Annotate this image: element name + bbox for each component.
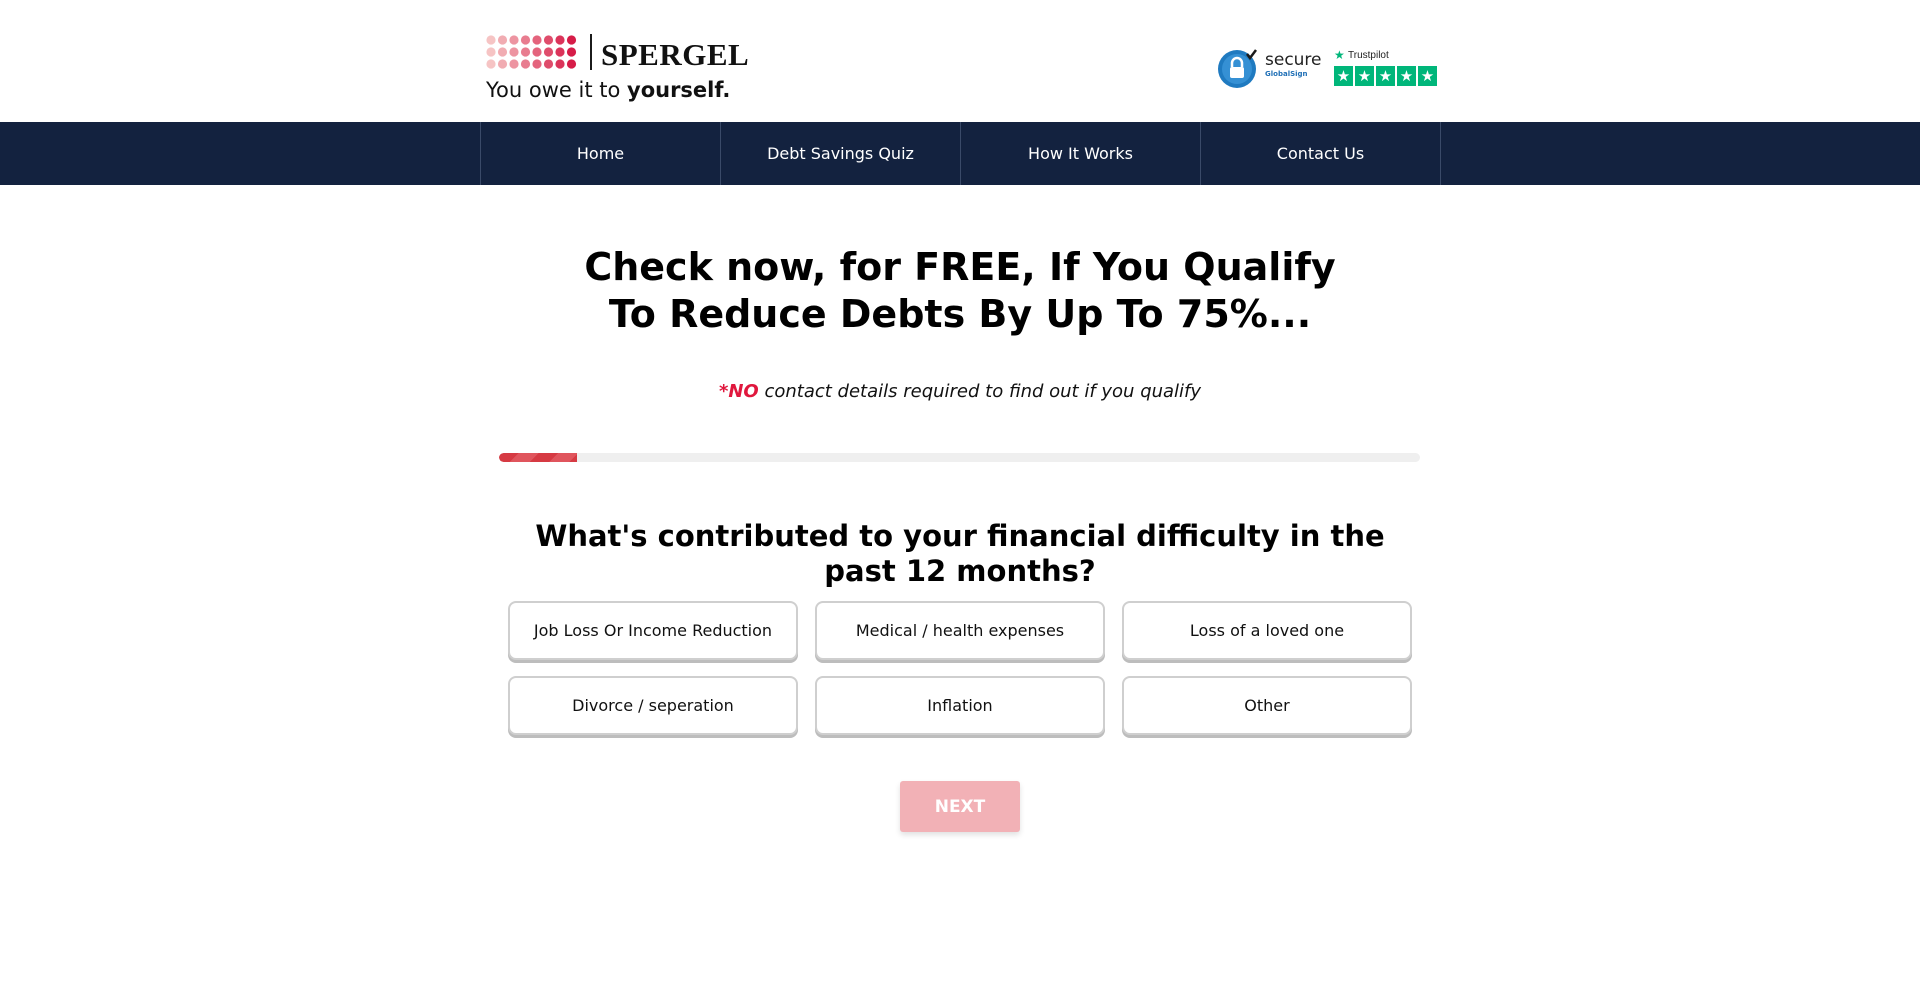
brand-tagline: You owe it to yourself. [486, 76, 730, 104]
progress-fill [499, 453, 578, 462]
star-icon: ★ [1376, 66, 1395, 86]
globalsign-text: GlobalSign [1265, 70, 1308, 78]
privacy-note: *NO contact details required to find out… [560, 379, 1360, 405]
quiz-question: What's contributed to your financial dif… [535, 519, 1385, 588]
option-other[interactable]: Other [1122, 676, 1412, 735]
main-nav: Home Debt Savings Quiz How It Works Cont… [0, 122, 1920, 185]
brand-name: SPERGEL [601, 37, 750, 72]
trustpilot-badge: ★ Trustpilot ★ ★ ★ ★ ★ [1334, 48, 1440, 88]
secure-badge: secure GlobalSign [1217, 48, 1322, 90]
secure-text: secure [1265, 50, 1322, 70]
site-header: SPERGEL You owe it to yourself. secure G… [0, 0, 1920, 122]
option-divorce[interactable]: Divorce / seperation [508, 676, 798, 735]
tagline-bold: yourself. [627, 78, 731, 102]
star-icon: ★ [1418, 66, 1437, 86]
nav-item-contact-us[interactable]: Contact Us [1201, 122, 1441, 185]
option-job-loss[interactable]: Job Loss Or Income Reduction [508, 601, 798, 660]
spergel-logo[interactable]: SPERGEL You owe it to yourself. [486, 32, 749, 106]
star-icon: ★ [1355, 66, 1374, 86]
option-loss-of-loved-one[interactable]: Loss of a loved one [1122, 601, 1412, 660]
nav-item-how-it-works[interactable]: How It Works [961, 122, 1201, 185]
padlock-icon [1218, 49, 1257, 88]
answer-options: Job Loss Or Income Reduction Medical / h… [508, 601, 1412, 735]
next-button[interactable]: NEXT [900, 781, 1020, 832]
tagline-prefix: You owe it to [486, 78, 627, 102]
option-inflation[interactable]: Inflation [815, 676, 1105, 735]
page-headline: Check now, for FREE, If You Qualify To R… [584, 245, 1336, 336]
note-text: contact details required to find out if … [758, 381, 1202, 402]
note-emphasis: *NO [718, 381, 759, 402]
trustpilot-star-icon: ★ [1334, 48, 1345, 62]
logo-dots-icon [486, 35, 577, 69]
star-icon: ★ [1397, 66, 1416, 86]
trustpilot-label: Trustpilot [1348, 50, 1389, 61]
nav-item-debt-savings-quiz[interactable]: Debt Savings Quiz [721, 122, 961, 185]
nav-items: Home Debt Savings Quiz How It Works Cont… [480, 122, 1441, 185]
trustpilot-rating: ★ ★ ★ ★ ★ [1334, 66, 1437, 86]
option-medical-expenses[interactable]: Medical / health expenses [815, 601, 1105, 660]
star-icon: ★ [1334, 66, 1353, 86]
nav-item-home[interactable]: Home [481, 122, 721, 185]
quiz-progress-bar [499, 453, 1420, 462]
logo-divider [590, 34, 592, 70]
